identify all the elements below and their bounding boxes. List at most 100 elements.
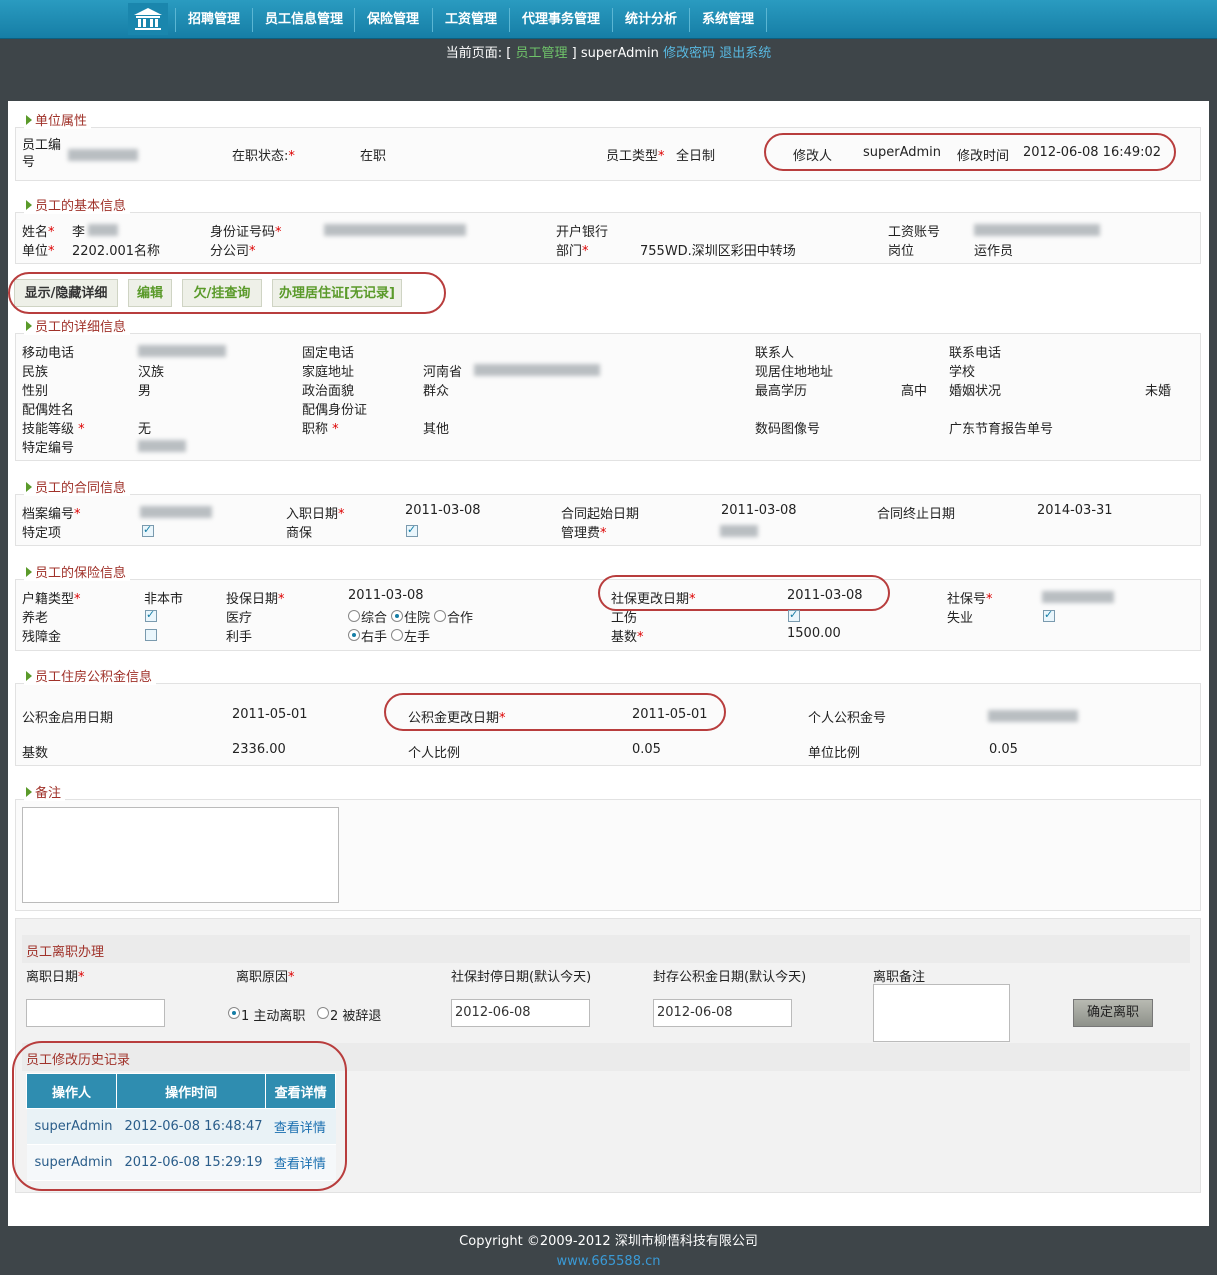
nav-divider	[252, 8, 253, 32]
nav-divider	[509, 8, 510, 32]
base-value: 1500.00	[787, 626, 841, 641]
emp-no-label: 员工编号	[22, 138, 62, 170]
ss-no-label: 社保号*	[947, 592, 993, 607]
title-label: 职称 *	[302, 422, 339, 437]
medical-radio-3[interactable]	[434, 610, 446, 622]
logout-link[interactable]: 退出系统	[719, 46, 771, 61]
name-blur	[88, 224, 118, 236]
hand-label: 利手	[226, 630, 253, 645]
pension-label: 养老	[22, 611, 49, 626]
nav-stats[interactable]: 统计分析	[625, 0, 677, 39]
personal-fund-no-value	[988, 710, 1078, 722]
marriage-label: 婚姻状况	[949, 384, 1002, 399]
remark-section-title: 备注	[24, 782, 66, 801]
personal-ratio-value: 0.05	[632, 742, 661, 757]
post-value: 运作员	[974, 244, 1014, 259]
hand-radio-right[interactable]	[348, 629, 360, 641]
unit-value: 2202.001名称	[72, 244, 161, 259]
mobile-value	[138, 345, 226, 357]
home-icon[interactable]	[128, 3, 168, 35]
contract-start-value: 2011-03-08	[721, 503, 797, 518]
detail-section-title: 员工的详细信息	[24, 316, 131, 335]
fund-start-label: 公积金启用日期	[22, 711, 114, 726]
fund-base-value: 2336.00	[232, 742, 286, 757]
medical-radio-1[interactable]	[348, 610, 360, 622]
leave-reason-radio-2[interactable]	[317, 1007, 329, 1019]
hand-radio-left[interactable]	[391, 629, 403, 641]
unit-section-title: 单位属性	[24, 110, 92, 129]
id-value	[324, 224, 466, 236]
footer-site-link[interactable]: www.665588.cn	[0, 1254, 1217, 1269]
fund-start-value: 2011-05-01	[232, 707, 308, 722]
leave-reason-radio-1[interactable]	[228, 1007, 240, 1019]
status-label: 在职状态:*	[232, 149, 295, 164]
footer-copyright: Copyright ©2009-2012 深圳市柳悟科技有限公司	[459, 1234, 758, 1249]
nav-recruit[interactable]: 招聘管理	[188, 0, 240, 39]
disability-checkbox[interactable]	[145, 629, 157, 641]
main-panel: 单位属性 员工编号 在职状态:* 在职 员工类型* 全日制 修改人 superA…	[8, 101, 1209, 1226]
pension-checkbox[interactable]	[145, 608, 157, 622]
leave-reason-opt1: 1 主动离职	[241, 1009, 306, 1024]
nav-system[interactable]: 系统管理	[702, 0, 754, 39]
injury-checkbox[interactable]	[788, 608, 800, 622]
special-item-label: 特定项	[22, 526, 62, 541]
medical-radio-2[interactable]	[391, 610, 403, 622]
mgmt-fee-value	[720, 525, 758, 537]
spouse-id-label: 配偶身份证	[302, 403, 368, 418]
emp-type-value: 全日制	[676, 149, 716, 164]
nav-divider	[766, 8, 767, 32]
fund-seal-date-input[interactable]: 2012-06-08	[653, 999, 792, 1027]
payacct-label: 工资账号	[888, 225, 941, 240]
special-item-checkbox[interactable]	[142, 523, 154, 537]
change-password-link[interactable]: 修改密码	[663, 46, 715, 61]
hand-opt2: 左手	[404, 630, 431, 645]
medical-opt1: 综合	[361, 611, 388, 626]
breadcrumb-prefix: 当前页面: [	[445, 46, 512, 61]
nav-salary[interactable]: 工资管理	[445, 0, 497, 39]
ins-date-value: 2011-03-08	[348, 588, 424, 603]
biz-ins-checkbox[interactable]	[406, 523, 418, 537]
nav-insurance[interactable]: 保险管理	[367, 0, 419, 39]
special-no-label: 特定编号	[22, 441, 75, 456]
current-user: superAdmin	[580, 46, 659, 61]
photo-label: 数码图像号	[755, 422, 821, 437]
nation-label: 民族	[22, 365, 49, 380]
payacct-value	[974, 224, 1100, 236]
contract-start-label: 合同起始日期	[561, 507, 640, 522]
breadcrumb-suffix: ]	[571, 46, 577, 61]
home-addr-blur	[474, 364, 600, 376]
phone-label: 固定电话	[302, 346, 355, 361]
ss-stop-date-input[interactable]: 2012-06-08	[451, 999, 590, 1027]
gd-report-label: 广东节育报告单号	[949, 422, 1054, 437]
leave-note-textarea[interactable]	[873, 984, 1010, 1042]
contact-label: 联系人	[755, 346, 795, 361]
dept-label: 部门*	[556, 244, 589, 259]
unemploy-checkbox[interactable]	[1043, 608, 1055, 622]
unit-ratio-label: 单位比例	[808, 746, 861, 761]
confirm-leave-button[interactable]: 确定离职	[1073, 999, 1153, 1027]
contract-section-title: 员工的合同信息	[24, 477, 131, 496]
insurance-section-title: 员工的保险信息	[24, 562, 131, 581]
injury-label: 工伤	[611, 611, 638, 626]
nav-agency[interactable]: 代理事务管理	[522, 0, 600, 39]
nav-divider	[612, 8, 613, 32]
remark-textarea[interactable]	[22, 807, 339, 903]
contract-end-value: 2014-03-31	[1037, 503, 1113, 518]
nav-divider	[175, 8, 176, 32]
nav-employee-info[interactable]: 员工信息管理	[265, 0, 343, 39]
ins-date-label: 投保日期*	[226, 592, 285, 607]
skill-value: 无	[138, 422, 152, 437]
biz-ins-label: 商保	[286, 526, 313, 541]
id-label: 身份证号码*	[210, 225, 282, 240]
leave-date-input[interactable]	[26, 999, 165, 1027]
home-addr-value: 河南省	[423, 365, 463, 380]
school-label: 学校	[949, 365, 976, 380]
medical-opt2: 住院	[404, 611, 431, 626]
leave-section-title: 员工离职办理	[26, 945, 105, 960]
disability-label: 残障金	[22, 630, 62, 645]
nav-divider	[689, 8, 690, 32]
file-no-label: 档案编号*	[22, 507, 81, 522]
highlight-oval	[764, 133, 1176, 171]
breadcrumb-page-link[interactable]: 员工管理	[516, 46, 568, 61]
file-no-value	[140, 506, 212, 518]
